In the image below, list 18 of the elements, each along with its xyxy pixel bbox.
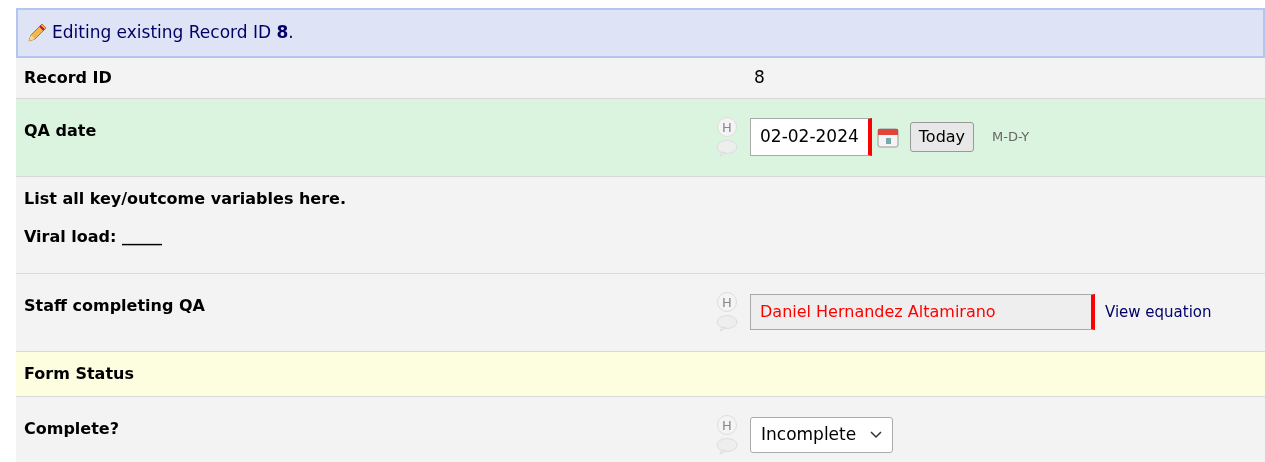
- section-header: Form Status: [24, 363, 134, 383]
- field-label: Complete?: [24, 418, 119, 438]
- date-field[interactable]: 02-02-2024: [750, 118, 872, 156]
- field-label: Record ID: [24, 67, 112, 87]
- description-text: List all key/outcome variables here.: [24, 187, 348, 210]
- field-label: Staff completing QA: [24, 295, 205, 315]
- field-label: QA date: [24, 120, 97, 140]
- banner-text: Editing existing Record ID 8.: [52, 21, 294, 44]
- field-value: 8: [754, 65, 765, 89]
- status-dropdown[interactable]: Incomplete: [750, 417, 894, 453]
- pencil-icon: [26, 21, 48, 44]
- today-button[interactable]: Today: [909, 122, 975, 152]
- description-text: Viral load: _____: [24, 225, 164, 248]
- caret-icon: [870, 431, 883, 439]
- calculated-field: Daniel Hernandez Altamirano: [750, 294, 1095, 330]
- calendar-icon[interactable]: [875, 125, 900, 149]
- date-format-hint: M-D-Y: [992, 128, 1030, 147]
- view-equation-link[interactable]: View equation: [1105, 300, 1212, 324]
